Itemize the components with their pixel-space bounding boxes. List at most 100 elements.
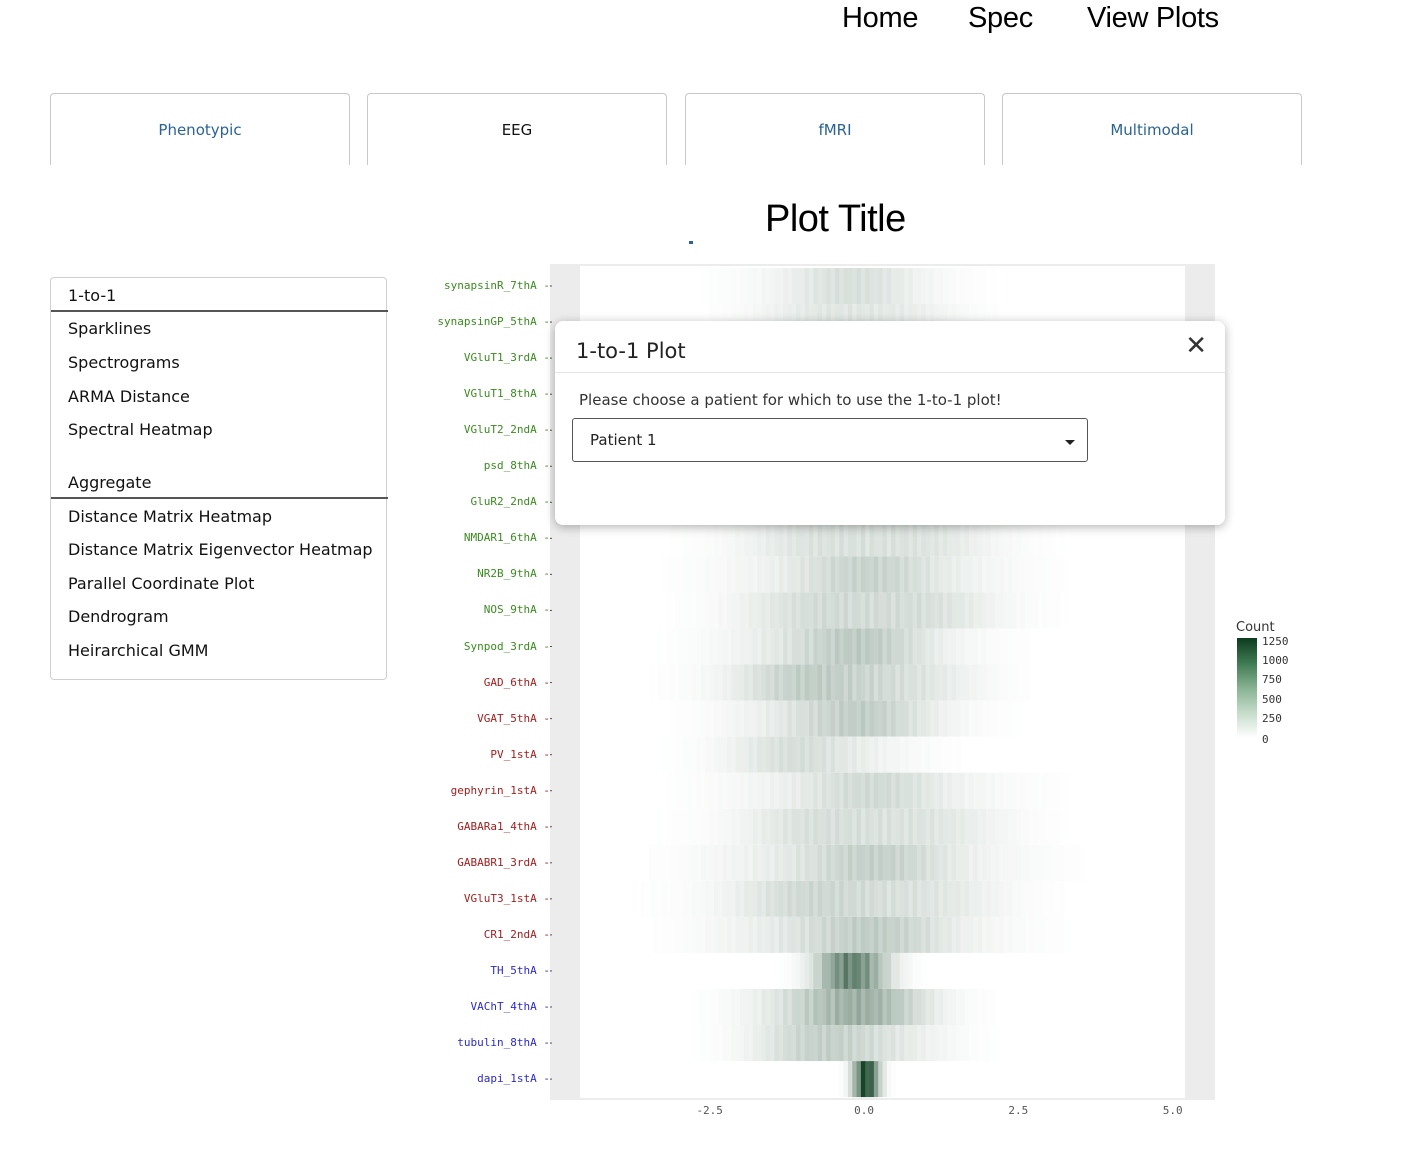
y-tick-label: VAChT_4thA - [470,1000,550,1013]
heatmap-cell [986,520,992,557]
heatmap-cell [938,556,944,593]
y-tick-label: VGluT1_8thA - [463,387,550,401]
heatmap-cell [770,700,776,737]
y-tick-label: VGluT3_1stA - [463,891,550,905]
heatmap-cell [744,628,750,665]
heatmap-cell [817,772,823,809]
heatmap-cell [666,808,672,845]
heatmap-cell [860,808,866,845]
heatmap-cell [705,736,711,773]
nav-view-plots-link[interactable]: View Plots [1087,2,1219,35]
heatmap-cell [856,628,862,665]
heatmap-cell [713,989,719,1025]
heatmap-cell [787,700,793,737]
x-tick-label: 0.0 [854,1104,874,1117]
menu-item-parallel-coordinate-plot[interactable]: Parallel Coordinate Plot [68,574,254,593]
heatmap-cell [938,880,944,917]
heatmap-cell [917,844,922,881]
y-tick-label: tubulin_8thA - [457,1036,550,1050]
heatmap-cell [1025,844,1031,881]
heatmap-cell [968,556,974,593]
tab-eeg[interactable]: EEG [367,93,667,165]
heatmap-cell [718,628,724,665]
heatmap-cell [1012,664,1018,701]
heatmap-cell [696,736,702,773]
heatmap-cell [852,736,858,773]
heatmap-cell [735,664,741,701]
heatmap-cell [739,844,745,881]
heatmap-cell [705,880,711,917]
heatmap-cell [705,592,711,629]
heatmap-cell [904,592,910,629]
heatmap-cell [744,700,750,737]
heatmap-cell [925,916,931,953]
patient-select[interactable]: Patient 1 [572,418,1088,462]
heatmap-cell [856,520,862,557]
heatmap-cell [709,736,715,773]
heatmap-cell [787,1025,793,1062]
heatmap-cell [765,700,771,737]
menu-item-heirarchical-gmm[interactable]: Heirarchical GMM [68,641,208,660]
heatmap-cell [899,916,905,953]
heatmap-cell [757,664,763,701]
menu-item-dendrogram[interactable]: Dendrogram [68,607,169,626]
heatmap-cell [921,916,927,953]
heatmap-cell [990,916,996,953]
heatmap-cell [657,664,663,701]
heatmap-cell [1046,844,1052,881]
menu-item-spectral-heatmap[interactable]: Spectral Heatmap [68,420,213,439]
nav-spec-link[interactable]: Spec [968,2,1033,35]
heatmap-cell [796,556,801,593]
heatmap-cell [878,520,884,557]
heatmap-cell [744,736,750,773]
heatmap-cell [856,556,862,593]
heatmap-cell [804,952,810,989]
menu-item-sparklines[interactable]: Sparklines [68,319,151,338]
heatmap-cell [800,1025,806,1062]
heatmap-cell [990,700,996,737]
nav-home-link[interactable]: Home [842,2,918,35]
heatmap-cell [873,700,879,737]
heatmap-cell [826,268,832,304]
heatmap-cell [1038,520,1043,557]
heatmap-cell [964,772,970,809]
heatmap-cell [791,844,797,881]
heatmap-cell [960,772,966,809]
heatmap-cell [973,772,979,809]
heatmap-cell [1029,520,1035,557]
close-icon[interactable]: ✕ [1185,331,1207,361]
heatmap-row-GABARa1_4thA [657,808,1069,845]
heatmap-cell [1007,556,1013,593]
heatmap-cell [865,989,871,1025]
heatmap-cell [886,592,892,629]
heatmap-cell [731,916,737,953]
heatmap-cell [921,736,927,773]
menu-item-arma-distance[interactable]: ARMA Distance [68,387,190,406]
heatmap-cell [947,268,953,304]
heatmap-cell [731,880,737,917]
heatmap-cell [964,520,970,557]
heatmap-cell [990,592,996,629]
heatmap-cell [1025,520,1031,557]
heatmap-cell [847,700,853,737]
heatmap-cell [731,736,737,773]
menu-item-distance-matrix-eigenvector-heatmap[interactable]: Distance Matrix Eigenvector Heatmap [68,540,373,559]
heatmap-cell [679,916,685,953]
heatmap-cell [904,808,910,845]
y-tick-label: NOS_9thA - [483,603,550,617]
heatmap-cell [809,772,814,809]
heatmap-cell [791,520,797,557]
menu-item-spectrograms[interactable]: Spectrograms [68,353,180,372]
heatmap-cell [834,844,840,881]
heatmap-cell [860,664,866,701]
heatmap-cell [891,989,897,1025]
heatmap-cell [770,556,776,593]
menu-item-distance-matrix-heatmap[interactable]: Distance Matrix Heatmap [68,507,272,526]
heatmap-cell [813,628,819,665]
heatmap-cell [662,880,668,917]
tab-multimodal[interactable]: Multimodal [1002,93,1302,165]
heatmap-cell [1016,844,1022,881]
tab-phenotypic[interactable]: Phenotypic [50,93,350,165]
heatmap-cell [908,916,914,953]
tab-fmri[interactable]: fMRI [685,93,985,165]
